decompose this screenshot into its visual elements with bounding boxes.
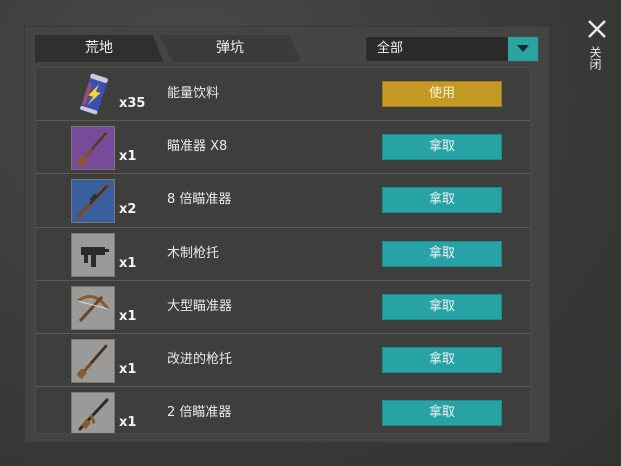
loot-panel: 荒地 弹坑 全部 x35 能量饮料 使用 x1 瞄准器 X8 拿取 x2 8 倍…: [24, 26, 550, 443]
list-item: x1 大型瞄准器 拿取: [36, 281, 530, 334]
item-icon-frame: [71, 285, 115, 330]
item-icon-frame: [71, 338, 115, 383]
item-name: 大型瞄准器: [167, 298, 233, 314]
take-button[interactable]: 拿取: [382, 346, 502, 373]
item-list: x35 能量饮料 使用 x1 瞄准器 X8 拿取 x2 8 倍瞄准器 拿取 x1…: [35, 67, 531, 434]
item-icon-frame: [71, 179, 115, 224]
item-icon-frame: [71, 392, 115, 433]
take-button[interactable]: 拿取: [382, 293, 502, 320]
item-icon-frame: [71, 126, 115, 171]
list-item: x1 改进的枪托 拿取: [36, 334, 530, 388]
shotgun-icon: [76, 131, 108, 167]
tab-crater[interactable]: 弹坑: [159, 35, 301, 62]
item-count: x2: [119, 202, 137, 218]
item-name: 改进的枪托: [167, 351, 233, 367]
rifle-icon: [77, 184, 109, 219]
item-name: 瞄准器 X8: [167, 139, 228, 155]
take-button[interactable]: 拿取: [382, 187, 502, 214]
list-item: x1 木制枪托 拿取: [36, 228, 530, 281]
list-item: x1 瞄准器 X8 拿取: [36, 121, 530, 175]
smg-icon: [81, 246, 109, 267]
close-button[interactable]: [585, 17, 609, 41]
filter-dropdown[interactable]: 全部: [365, 36, 539, 62]
list-item: x1 2 倍瞄准器 拿取: [36, 387, 530, 433]
item-name: 2 倍瞄准器: [167, 405, 232, 421]
item-count: x1: [119, 149, 137, 165]
filter-selected-value: 全部: [377, 41, 404, 56]
item-count: x35: [119, 96, 146, 111]
take-button[interactable]: 拿取: [382, 240, 502, 267]
energy-drink-icon: [74, 71, 114, 117]
take-button[interactable]: 拿取: [382, 400, 502, 427]
item-count: x1: [119, 308, 137, 324]
close-label[interactable]: 关闭: [588, 46, 604, 70]
list-item: x35 能量饮料 使用: [36, 68, 530, 122]
take-button[interactable]: 拿取: [382, 134, 502, 161]
shotgun-icon: [76, 344, 108, 379]
item-count: x1: [119, 361, 137, 377]
item-icon-frame: [71, 232, 115, 277]
item-name: 能量饮料: [167, 86, 220, 101]
use-button[interactable]: 使用: [382, 81, 502, 107]
close-icon: [588, 20, 606, 38]
item-name: 木制枪托: [167, 245, 220, 261]
chevron-down-icon: [517, 45, 529, 52]
crossbow-icon: [77, 294, 110, 322]
item-name: 8 倍瞄准器: [167, 192, 232, 208]
item-count: x1: [119, 415, 137, 431]
tab-bar: 荒地 弹坑: [35, 35, 305, 62]
list-item: x2 8 倍瞄准器 拿取: [36, 174, 530, 228]
dropdown-toggle-button[interactable]: [508, 37, 538, 61]
tab-wasteland[interactable]: 荒地: [35, 35, 163, 62]
assault-rifle-icon: [78, 398, 109, 431]
item-count: x1: [119, 255, 137, 271]
